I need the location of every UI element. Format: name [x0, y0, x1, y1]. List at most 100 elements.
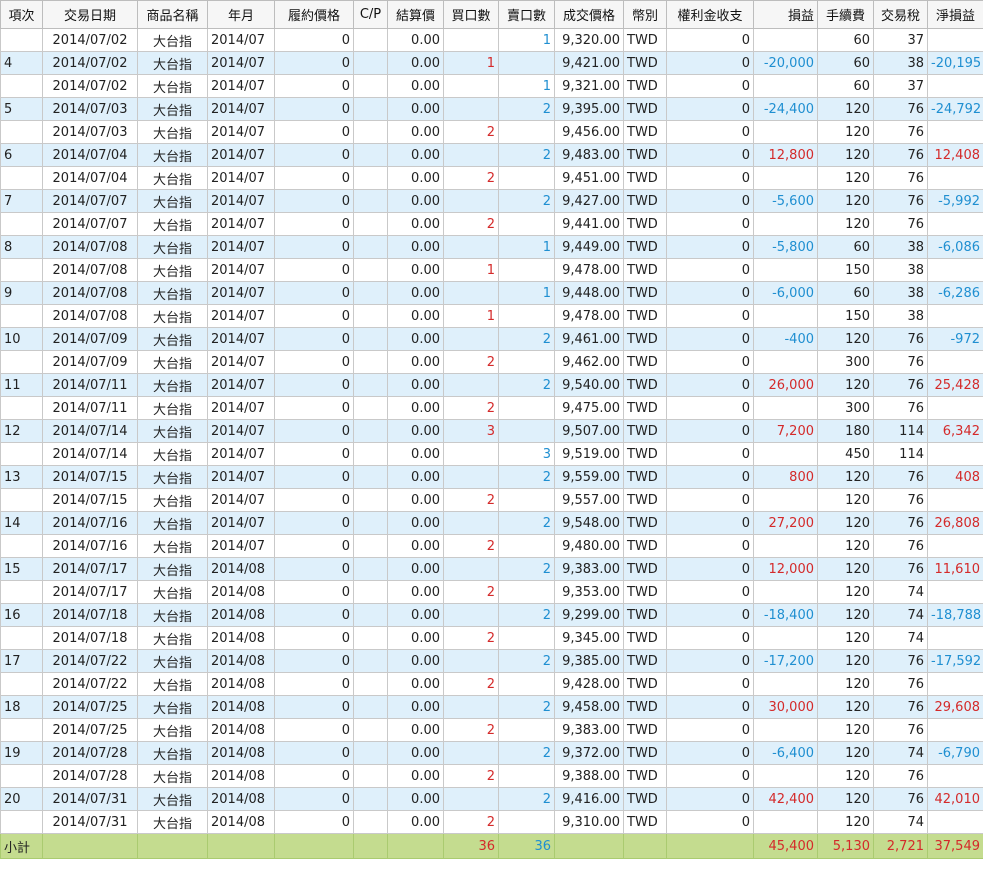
col-premium[interactable]: 權利金收支 — [666, 0, 754, 29]
cell-fee: 120 — [817, 695, 874, 719]
cell-buy — [443, 442, 499, 466]
cell-buy: 2 — [443, 534, 499, 558]
cell-net: -6,286 — [927, 281, 983, 305]
col-currency[interactable]: 幣別 — [623, 0, 667, 29]
col-buy[interactable]: 買口數 — [443, 0, 499, 29]
cell-premium: 0 — [666, 143, 754, 167]
subtotal-fee: 5,130 — [817, 833, 874, 859]
cell-pnl: 27,200 — [753, 511, 818, 535]
table-row[interactable]: 2014/07/14 大台指 2014/07 0 0.00 3 9,519.00 TWD 0 45… — [0, 442, 983, 466]
cell-month: 2014/08 — [207, 626, 275, 650]
col-product[interactable]: 商品名稱 — [137, 0, 208, 29]
table-row[interactable]: 2014/07/17 大台指 2014/08 0 0.00 2 9,353.00 TWD 0 12… — [0, 580, 983, 604]
table-row[interactable]: 2014/07/31 大台指 2014/08 0 0.00 2 9,310.00 TWD 0 12… — [0, 810, 983, 834]
table-row[interactable]: 2014/07/09 大台指 2014/07 0 0.00 2 9,462.00 TWD 0 30… — [0, 350, 983, 374]
table-row[interactable]: 20 2014/07/31 大台指 2014/08 0 0.00 2 9,416.00 TWD 0… — [0, 787, 983, 811]
cell-strike: 0 — [274, 626, 354, 650]
col-pnl[interactable]: 損益 — [753, 0, 818, 29]
table-row[interactable]: 18 2014/07/25 大台指 2014/08 0 0.00 2 9,458.00 TWD 0… — [0, 695, 983, 719]
table-row[interactable]: 11 2014/07/11 大台指 2014/07 0 0.00 2 9,540.00 TWD 0… — [0, 373, 983, 397]
col-strike[interactable]: 履約價格 — [274, 0, 354, 29]
cell-net: -17,592 — [927, 649, 983, 673]
cell-strike: 0 — [274, 557, 354, 581]
cell-settle: 0.00 — [387, 143, 444, 167]
cell-month: 2014/07 — [207, 419, 275, 443]
table-row[interactable]: 2014/07/11 大台指 2014/07 0 0.00 2 9,475.00 TWD 0 30… — [0, 396, 983, 420]
cell-tax: 38 — [873, 258, 928, 282]
table-row[interactable]: 7 2014/07/07 大台指 2014/07 0 0.00 2 9,427.00 TWD 0-… — [0, 189, 983, 213]
cell-strike: 0 — [274, 51, 354, 75]
cell-buy — [443, 327, 499, 351]
table-row[interactable]: 2014/07/08 大台指 2014/07 0 0.00 1 9,478.00 TWD 0 15… — [0, 258, 983, 282]
col-item[interactable]: 項次 — [0, 0, 43, 29]
table-row[interactable]: 12 2014/07/14 大台指 2014/07 0 0.00 3 9,507.00 TWD 0… — [0, 419, 983, 443]
cell-cp — [353, 534, 388, 558]
table-row[interactable]: 6 2014/07/04 大台指 2014/07 0 0.00 2 9,483.00 TWD 0 1… — [0, 143, 983, 167]
table-row[interactable]: 2014/07/03 大台指 2014/07 0 0.00 2 9,456.00 TWD 0 12… — [0, 120, 983, 144]
cell-product: 大台指 — [137, 396, 208, 420]
table-row[interactable]: 2014/07/22 大台指 2014/08 0 0.00 2 9,428.00 TWD 0 12… — [0, 672, 983, 696]
col-date[interactable]: 交易日期 — [42, 0, 138, 29]
cell-sell — [498, 258, 555, 282]
cell-month: 2014/08 — [207, 557, 275, 581]
col-cp[interactable]: C/P — [353, 0, 388, 29]
cell-pnl: 42,400 — [753, 787, 818, 811]
cell-date: 2014/07/14 — [42, 442, 138, 466]
cell-month: 2014/07 — [207, 511, 275, 535]
col-price[interactable]: 成交價格 — [554, 0, 624, 29]
table-row[interactable]: 14 2014/07/16 大台指 2014/07 0 0.00 2 9,548.00 TWD 0… — [0, 511, 983, 535]
col-sell[interactable]: 賣口數 — [498, 0, 555, 29]
table-row[interactable]: 5 2014/07/03 大台指 2014/07 0 0.00 2 9,395.00 TWD 0-… — [0, 97, 983, 121]
cell-currency: TWD — [623, 212, 667, 236]
table-row[interactable]: 2014/07/25 大台指 2014/08 0 0.00 2 9,383.00 TWD 0 12… — [0, 718, 983, 742]
table-row[interactable]: 15 2014/07/17 大台指 2014/08 0 0.00 2 9,383.00 TWD 0… — [0, 557, 983, 581]
table-row[interactable]: 2014/07/28 大台指 2014/08 0 0.00 2 9,388.00 TWD 0 12… — [0, 764, 983, 788]
cell-sell: 2 — [498, 511, 555, 535]
cell-item — [0, 580, 43, 604]
cell-net: 408 — [927, 465, 983, 489]
table-row[interactable]: 8 2014/07/08 大台指 2014/07 0 0.00 1 9,449.00 TWD 0-… — [0, 235, 983, 259]
table-row[interactable]: 2014/07/02 大台指 2014/07 0 0.00 1 9,320.00 TWD 0 60… — [0, 28, 983, 52]
table-row[interactable]: 2014/07/04 大台指 2014/07 0 0.00 2 9,451.00 TWD 0 12… — [0, 166, 983, 190]
col-month[interactable]: 年月 — [207, 0, 275, 29]
cell-net: 42,010 — [927, 787, 983, 811]
table-row[interactable]: 2014/07/02 大台指 2014/07 0 0.00 1 9,321.00 TWD 0 60… — [0, 74, 983, 98]
table-row[interactable]: 2014/07/07 大台指 2014/07 0 0.00 2 9,441.00 TWD 0 12… — [0, 212, 983, 236]
col-net[interactable]: 淨損益 — [927, 0, 983, 29]
table-row[interactable]: 2014/07/18 大台指 2014/08 0 0.00 2 9,345.00 TWD 0 12… — [0, 626, 983, 650]
table-row[interactable]: 2014/07/15 大台指 2014/07 0 0.00 2 9,557.00 TWD 0 12… — [0, 488, 983, 512]
cell-buy — [443, 603, 499, 627]
table-row[interactable]: 19 2014/07/28 大台指 2014/08 0 0.00 2 9,372.00 TWD 0… — [0, 741, 983, 765]
table-row[interactable]: 4 2014/07/02 大台指 2014/07 0 0.00 1 9,421.00 TWD 0-… — [0, 51, 983, 75]
cell-tax: 76 — [873, 718, 928, 742]
cell-cp — [353, 511, 388, 535]
cell-item: 4 — [0, 51, 43, 75]
table-row[interactable]: 16 2014/07/18 大台指 2014/08 0 0.00 2 9,299.00 TWD 0… — [0, 603, 983, 627]
cell-product: 大台指 — [137, 465, 208, 489]
cell-currency: TWD — [623, 741, 667, 765]
trade-table: 項次 交易日期 商品名稱 年月 履約價格 C/P 結算價 買口數 賣口數 成交價… — [0, 0, 983, 859]
cell-date: 2014/07/09 — [42, 350, 138, 374]
cell-item — [0, 718, 43, 742]
cell-fee: 120 — [817, 488, 874, 512]
cell-month: 2014/07 — [207, 442, 275, 466]
cell-month: 2014/08 — [207, 810, 275, 834]
cell-currency: TWD — [623, 603, 667, 627]
cell-pnl — [753, 28, 818, 52]
cell-fee: 120 — [817, 327, 874, 351]
cell-pnl: -18,400 — [753, 603, 818, 627]
table-row[interactable]: 9 2014/07/08 大台指 2014/07 0 0.00 1 9,448.00 TWD 0-… — [0, 281, 983, 305]
table-row[interactable]: 10 2014/07/09 大台指 2014/07 0 0.00 2 9,461.00 TWD 0… — [0, 327, 983, 351]
table-row[interactable]: 17 2014/07/22 大台指 2014/08 0 0.00 2 9,385.00 TWD 0… — [0, 649, 983, 673]
cell-settle: 0.00 — [387, 465, 444, 489]
col-tax[interactable]: 交易稅 — [873, 0, 928, 29]
table-row[interactable]: 13 2014/07/15 大台指 2014/07 0 0.00 2 9,559.00 TWD 0… — [0, 465, 983, 489]
col-settle[interactable]: 結算價 — [387, 0, 444, 29]
col-fee[interactable]: 手續費 — [817, 0, 874, 29]
table-row[interactable]: 2014/07/08 大台指 2014/07 0 0.00 1 9,478.00 TWD 0 15… — [0, 304, 983, 328]
cell-currency: TWD — [623, 534, 667, 558]
cell-item — [0, 810, 43, 834]
table-row[interactable]: 2014/07/16 大台指 2014/07 0 0.00 2 9,480.00 TWD 0 12… — [0, 534, 983, 558]
cell-premium: 0 — [666, 764, 754, 788]
cell-date: 2014/07/18 — [42, 626, 138, 650]
